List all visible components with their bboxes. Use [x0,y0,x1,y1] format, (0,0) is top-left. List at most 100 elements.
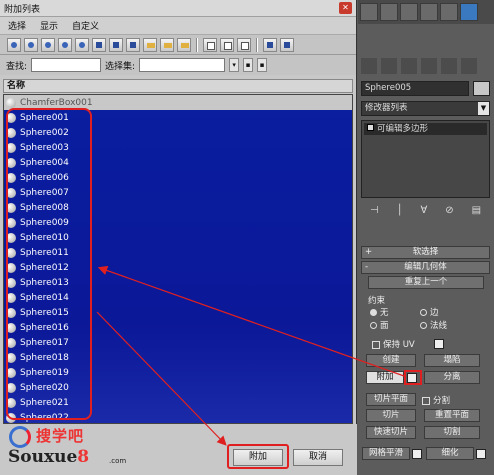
list-item[interactable]: Sphere007 [4,185,352,200]
sphere-object-icon [6,352,16,363]
tool-icon[interactable] [360,3,378,21]
name-column-header[interactable]: 名称 [3,79,353,93]
camera-filter-icon[interactable] [75,37,89,52]
remove-modifier-icon[interactable]: ⊘ [445,205,453,221]
display-tab-icon[interactable] [441,58,457,74]
preserve-uv-settings-icon[interactable] [434,339,444,349]
repeat-last-button[interactable]: 重复上一个 [368,276,484,289]
constraint-edge-radio[interactable]: 边 [420,306,439,318]
align-icon[interactable] [400,3,418,21]
list-item[interactable]: Sphere011 [4,245,352,260]
list-item[interactable]: Sphere001 [4,110,352,125]
warp-filter-icon[interactable] [109,37,123,52]
list-item[interactable]: Sphere020 [4,380,352,395]
stack-item-editable-poly[interactable]: 可编辑多边形 [364,123,487,135]
graph-icon[interactable] [440,3,458,21]
find-input[interactable] [31,58,102,72]
set-add-icon[interactable]: ▪ [257,58,268,72]
configure-sets-icon[interactable]: ▤ [472,205,481,221]
split-checkbox[interactable]: 分割 [422,394,450,406]
detach-button[interactable]: 分离 [424,371,480,384]
meshsmooth-button[interactable]: 网格平滑 [362,447,410,460]
collapse-button[interactable]: 塌陷 [424,354,480,367]
slice-button[interactable]: 切片 [366,409,416,422]
list-item[interactable]: Sphere019 [4,365,352,380]
attach-settings-icon[interactable] [407,373,417,383]
list-item[interactable]: Sphere006 [4,170,352,185]
shape-filter-icon[interactable] [41,37,55,52]
mirror-icon[interactable] [380,3,398,21]
utilities-tab-icon[interactable] [461,58,477,74]
soft-selection-rollout[interactable]: + 软选择 [361,246,490,259]
edit-geometry-rollout[interactable]: - 编辑几何体 [361,261,490,274]
invert-selection-icon[interactable] [237,37,251,52]
selection-set-dropdown[interactable] [139,58,226,72]
menu-customize[interactable]: 自定义 [72,19,99,32]
hierarchy-tab-icon[interactable] [401,58,417,74]
make-unique-icon[interactable]: ∀ [421,205,428,221]
list-item[interactable]: Sphere013 [4,275,352,290]
list-item[interactable]: Sphere021 [4,395,352,410]
list-item[interactable]: Sphere008 [4,200,352,215]
create-tab-icon[interactable] [361,58,377,74]
list-item[interactable]: Sphere016 [4,320,352,335]
constraint-none-radio[interactable]: 无 [370,306,389,318]
attach-button[interactable]: 附加 [233,449,283,466]
list-item[interactable]: Sphere022 [4,410,352,423]
preserve-uv-checkbox[interactable]: 保持 UV [372,338,415,350]
sphere-object-icon [6,217,16,228]
constraint-normal-radio[interactable]: 法线 [420,319,447,331]
slice-plane-button[interactable]: 切片平面 [366,393,416,406]
selection-set-label: 选择集: [105,61,136,72]
list-item[interactable]: Sphere004 [4,155,352,170]
set-options-icon[interactable]: ▾ [229,58,240,72]
menu-select[interactable]: 选择 [8,19,26,32]
bone-filter-icon[interactable] [160,37,174,52]
modify-tab-icon[interactable] [381,58,397,74]
modifier-list-dropdown[interactable]: 修改器列表 ▼ [361,101,490,116]
helper-filter-icon[interactable] [92,37,106,52]
xref-filter-icon[interactable] [143,37,157,52]
quickslice-button[interactable]: 快速切片 [366,426,416,439]
filter-icon[interactable] [263,37,277,52]
object-color-swatch[interactable] [473,81,490,96]
geometry-filter-icon[interactable] [24,37,38,52]
list-item[interactable]: Sphere002 [4,125,352,140]
cut-button[interactable]: 切割 [424,426,480,439]
list-item[interactable]: Sphere017 [4,335,352,350]
list-item[interactable]: Sphere003 [4,140,352,155]
motion-tab-icon[interactable] [421,58,437,74]
list-item[interactable]: Sphere010 [4,230,352,245]
tessellate-button[interactable]: 细化 [426,447,474,460]
list-item[interactable]: Sphere012 [4,260,352,275]
select-none-icon[interactable] [220,37,234,52]
display-options-icon[interactable] [280,37,294,52]
tessellate-settings-icon[interactable] [476,449,486,459]
list-item[interactable]: Sphere014 [4,290,352,305]
create-button[interactable]: 创建 [366,354,416,367]
container-filter-icon[interactable] [177,37,191,52]
constraint-face-radio[interactable]: 面 [370,319,389,331]
modifier-stack[interactable]: 可编辑多边形 [361,120,490,198]
menu-display[interactable]: 显示 [40,19,58,32]
layer-icon[interactable] [420,3,438,21]
list-item[interactable]: Sphere009 [4,215,352,230]
sphere-filter-icon[interactable] [7,37,21,52]
object-list[interactable]: ChamferBox001 Sphere001 Sphere002 Sphere… [3,94,353,424]
pin-stack-icon[interactable]: ⊣ [370,205,379,221]
show-end-result-icon[interactable]: │ [397,205,403,221]
select-all-icon[interactable] [203,37,217,52]
render-icon[interactable] [460,3,478,21]
list-item[interactable]: Sphere015 [4,305,352,320]
group-filter-icon[interactable] [126,37,140,52]
reset-plane-button[interactable]: 重置平面 [424,409,480,422]
object-name-field[interactable]: Sphere005 [361,81,469,96]
list-item[interactable]: ChamferBox001 [4,95,352,110]
light-filter-icon[interactable] [58,37,72,52]
list-item[interactable]: Sphere018 [4,350,352,365]
close-icon[interactable]: ✕ [339,2,352,14]
cancel-button[interactable]: 取消 [293,449,343,466]
set-edit-icon[interactable]: ▪ [243,58,254,72]
meshsmooth-settings-icon[interactable] [412,449,422,459]
attach-panel-button[interactable]: 附加 [366,371,404,384]
